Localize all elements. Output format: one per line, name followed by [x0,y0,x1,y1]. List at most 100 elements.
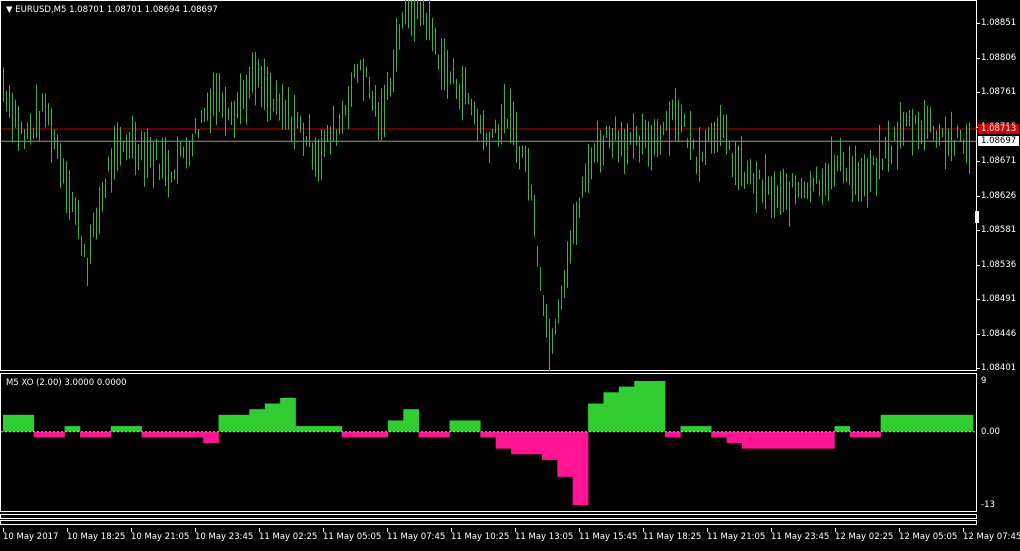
xo-bar [649,381,666,432]
price-tick-label: 1.08581 [981,225,1017,236]
time-axis[interactable]: 10 May 2017 10 May 18:25 10 May 21:05 10 Ma… [0,528,1020,551]
xo-bar [896,414,912,432]
time-label: 11 May 15:45 [579,532,638,542]
xo-bar [618,386,635,432]
time-tick [131,528,132,532]
chart-menu-triangle-icon[interactable]: ▼ [6,5,13,15]
xo-bar [357,431,373,438]
time-tick [259,528,260,532]
time-tick [771,528,772,532]
xo-bar [79,431,96,438]
xo-bar [526,431,543,455]
indicator-tick-label: -13 [981,500,995,510]
chart-header: ▼ EURUSD,M5 1.08701 1.08701 1.08694 1.08… [6,5,218,15]
time-tick [963,528,964,532]
level-price-tag: 1.08713 [978,124,1019,135]
price-tick [977,230,980,232]
chart-canvas [1,0,977,505]
xo-bar [218,414,235,432]
price-tick-label: 1.08851 [981,18,1017,29]
price-tick [977,92,980,94]
xo-bar [434,431,450,438]
xo-bar [757,431,774,449]
xo-bar [849,431,866,438]
time-tick [195,528,196,532]
indicator-label: M5 XO (2.00) 3.0000 0.0000 [6,378,127,388]
xo-bar [326,426,343,432]
xo-bar [480,431,496,438]
xo-bar [310,426,327,432]
xo-bar [95,431,112,438]
time-tick [3,528,4,532]
price-tick-label: 1.08491 [981,294,1017,305]
xo-bar [418,431,435,438]
time-label: 11 May 21:05 [707,532,766,542]
price-tick [977,57,980,59]
xo-bar [156,431,173,438]
xo-bar [387,420,404,432]
xo-bar [880,414,897,432]
xo-bar [742,431,758,449]
xo-bar [280,397,296,432]
current-price-tag: 1.08697 [978,136,1019,147]
indicator-tick-label: 9 [981,376,987,386]
xo-bar [695,426,712,432]
symbol-label: EURUSD,M5 [15,5,67,15]
time-label: 11 May 13:05 [515,532,574,542]
xo-bar [926,414,943,432]
xo-bar [403,409,420,432]
price-axis[interactable]: 1.088511.088061.087611.087161.086711.086… [977,0,1020,373]
xo-bar [110,426,127,432]
xo-bar [295,426,312,432]
price-tick [977,368,980,369]
xo-bar [449,420,466,432]
time-label: 10 May 2017 [3,532,59,542]
xo-bar [634,381,650,432]
time-tick [67,528,68,532]
time-label: 10 May 18:25 [67,532,126,542]
price-tick-label: 1.08446 [981,328,1017,339]
price-tick-label: 1.08536 [981,259,1017,270]
xo-bar [33,431,50,438]
price-tick [977,299,980,301]
xo-bar [726,431,743,443]
xo-bar [834,426,851,432]
time-tick [387,528,388,532]
time-label: 12 May 07:45 [963,532,1020,542]
xo-bar [64,426,81,432]
xo-bar [464,420,481,432]
xo-bar [711,431,727,438]
time-label: 11 May 05:05 [323,532,382,542]
xo-bar [788,431,804,449]
xo-bar [588,403,604,432]
xo-bar [819,431,835,449]
price-tick-label: 1.08761 [981,87,1017,98]
xo-bar [3,414,19,432]
xo-bar [557,431,573,477]
time-tick [835,528,836,532]
price-tick [977,333,980,335]
chart-shift-marker[interactable] [975,211,979,223]
time-tick [643,528,644,532]
time-label: 11 May 10:25 [451,532,510,542]
indicator-axis[interactable]: 9 0.00 -13 [977,373,1020,512]
price-tick [977,264,980,266]
xo-bar [803,431,820,449]
price-tick-label: 1.08806 [981,52,1017,63]
price-tick-label: 1.08626 [981,190,1017,201]
xo-bar [187,431,204,438]
time-tick [515,528,516,532]
time-label: 11 May 18:25 [643,532,702,542]
xo-bar [203,431,219,443]
xo-bar [680,426,697,432]
price-tick-label: 1.08401 [981,363,1017,373]
time-label: 11 May 23:45 [771,532,830,542]
xo-bar [18,414,35,432]
xo-bar [495,431,512,449]
xo-bar [665,431,681,438]
xo-bar [511,431,527,455]
time-label: 12 May 05:05 [899,532,958,542]
xo-bar [233,414,250,432]
xo-bar [341,431,358,438]
xo-bar [541,431,558,460]
